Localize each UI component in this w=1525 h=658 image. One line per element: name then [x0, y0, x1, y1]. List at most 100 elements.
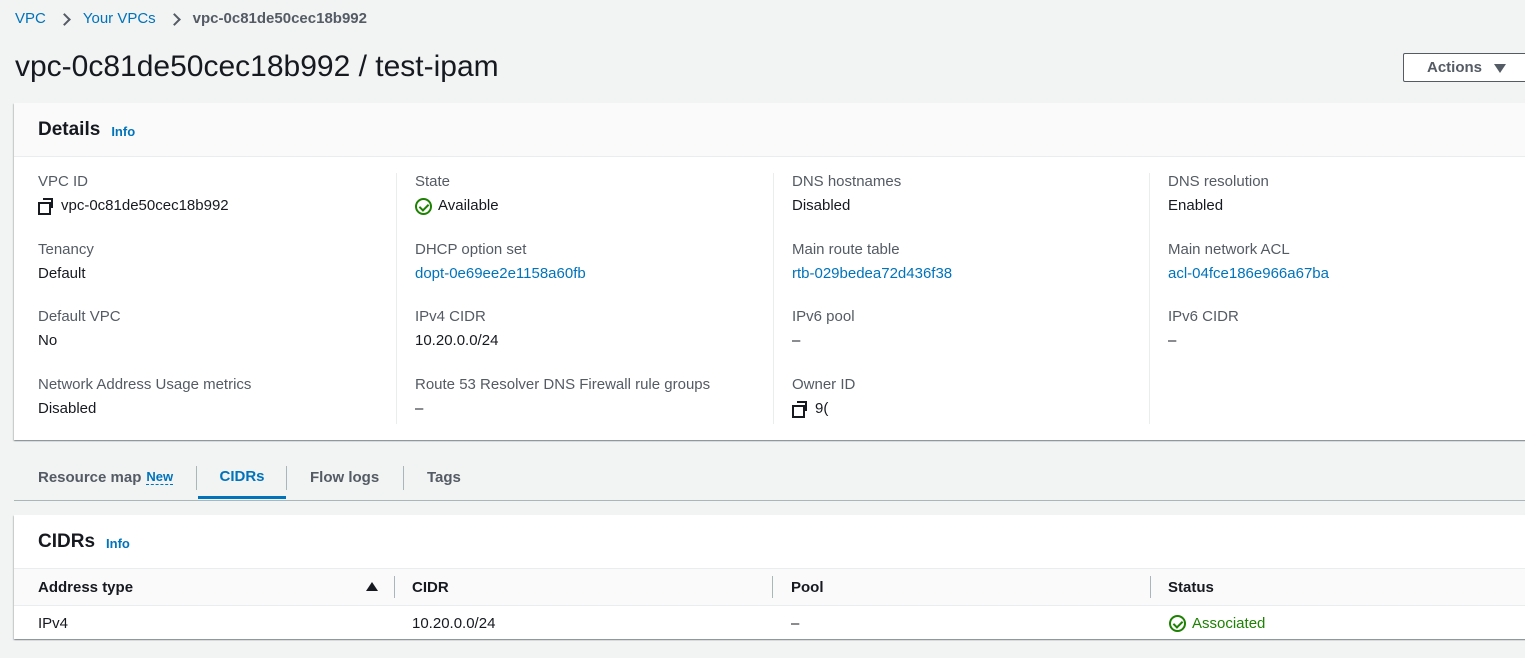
tab-label: Flow logs	[310, 469, 380, 486]
field-label: State	[415, 173, 451, 190]
field-value: vpc-0c81de50cec18b992	[38, 197, 229, 215]
field-ipv4-cidr: IPv4 CIDR 10.20.0.0/24	[415, 308, 498, 350]
field-main-network-acl: Main network ACL acl-04fce186e966a67ba	[1168, 241, 1329, 283]
main-route-table-link[interactable]: rtb-029bedea72d436f38	[792, 265, 952, 283]
field-state: State Available	[415, 173, 499, 215]
column-divider[interactable]	[394, 576, 395, 598]
owner-id-value: 9(	[815, 400, 829, 417]
field-main-route-table: Main route table rtb-029bedea72d436f38	[792, 241, 952, 283]
table-row: IPv4 10.20.0.0/24 – Associated	[14, 606, 1525, 640]
field-value: Enabled	[1168, 197, 1224, 214]
field-value: Disabled	[792, 197, 851, 214]
cidrs-info-link[interactable]: Info	[106, 536, 130, 551]
column-header-status[interactable]: Status	[1168, 569, 1214, 605]
actions-button[interactable]: Actions	[1403, 53, 1525, 82]
field-dhcp-option-set: DHCP option set dopt-0e69ee2e1158a60fb	[415, 241, 586, 283]
field-value: No	[38, 332, 58, 349]
actions-button-label: Actions	[1427, 59, 1483, 76]
details-column-1: VPC ID vpc-0c81de50cec18b992 Tenancy Def…	[38, 173, 398, 424]
cell-address-type: IPv4	[38, 614, 69, 632]
field-label: DNS resolution	[1168, 173, 1269, 190]
field-label: Main route table	[792, 241, 900, 258]
tab-divider	[286, 466, 287, 490]
details-column-4: DNS resolution Enabled Main network ACL …	[1149, 173, 1525, 424]
field-label: VPC ID	[38, 173, 89, 190]
cell-pool: –	[791, 614, 800, 632]
field-label: IPv6 pool	[792, 308, 855, 325]
field-label: DHCP option set	[415, 241, 527, 258]
copy-icon[interactable]	[38, 198, 54, 215]
field-label: Owner ID	[792, 376, 856, 393]
field-value: –	[415, 400, 424, 417]
tab-divider	[196, 466, 197, 490]
field-label: Route 53 Resolver DNS Firewall rule grou…	[415, 376, 711, 393]
status-value: Associated	[1192, 614, 1266, 632]
field-ipv6-pool: IPv6 pool –	[792, 308, 855, 350]
field-label: Tenancy	[38, 241, 94, 258]
field-label: DNS hostnames	[792, 173, 902, 190]
field-value: 10.20.0.0/24	[415, 332, 499, 349]
breadcrumb-vpc[interactable]: VPC	[15, 10, 46, 27]
cell-cidr: 10.20.0.0/24	[412, 614, 496, 632]
tab-flow-logs[interactable]: Flow logs	[310, 456, 379, 499]
field-value: –	[1168, 332, 1177, 349]
caret-down-icon	[1494, 63, 1507, 73]
field-label: Default VPC	[38, 308, 121, 325]
column-divider[interactable]	[1150, 576, 1151, 598]
column-header-address-type[interactable]: Address type	[38, 569, 133, 605]
field-dns-resolution: DNS resolution Enabled	[1168, 173, 1269, 215]
field-label: IPv4 CIDR	[415, 308, 486, 325]
cell-status: Associated	[1169, 606, 1265, 640]
field-tenancy: Tenancy Default	[38, 241, 94, 283]
tab-divider	[403, 466, 404, 490]
details-column-3: DNS hostnames Disabled Main route table …	[773, 173, 1150, 424]
field-nau-metrics: Network Address Usage metrics Disabled	[38, 376, 251, 418]
copy-icon[interactable]	[792, 401, 808, 418]
field-ipv6-cidr: IPv6 CIDR –	[1168, 308, 1239, 350]
field-label: Network Address Usage metrics	[38, 376, 252, 393]
column-header-pool[interactable]: Pool	[791, 569, 824, 605]
table-header: Address type CIDR Pool Status	[14, 568, 1525, 606]
details-info-link[interactable]: Info	[111, 124, 135, 139]
cidrs-heading: CIDRs	[38, 530, 96, 552]
field-value: –	[792, 332, 801, 349]
tab-label: Tags	[427, 469, 461, 486]
field-label: Main network ACL	[1168, 241, 1290, 258]
field-value: Available	[415, 197, 499, 215]
page-title: vpc-0c81de50cec18b992 / test-ipam	[15, 50, 499, 83]
field-value: Default	[38, 265, 86, 282]
field-owner-id: Owner ID 9(	[792, 376, 855, 418]
field-vpc-id: VPC ID vpc-0c81de50cec18b992	[38, 173, 229, 215]
details-header: Details Info	[14, 103, 1525, 157]
tab-resource-map[interactable]: Resource map New	[38, 456, 174, 499]
sort-ascending-icon[interactable]	[366, 582, 378, 591]
vpc-id-value: vpc-0c81de50cec18b992	[61, 197, 229, 214]
new-badge: New	[146, 469, 174, 485]
dhcp-option-set-link[interactable]: dopt-0e69ee2e1158a60fb	[415, 265, 586, 283]
cidrs-panel: CIDRs Info Address type CIDR Pool Status…	[14, 515, 1525, 639]
details-column-2: State Available DHCP option set dopt-0e6…	[396, 173, 791, 424]
tab-tags[interactable]: Tags	[427, 456, 461, 499]
field-route53-firewall: Route 53 Resolver DNS Firewall rule grou…	[415, 376, 710, 418]
field-value: Disabled	[38, 400, 97, 417]
field-label: IPv6 CIDR	[1168, 308, 1239, 325]
cidrs-header: CIDRs Info	[14, 515, 1525, 568]
main-network-acl-link[interactable]: acl-04fce186e966a67ba	[1168, 265, 1329, 283]
tab-bar: Resource map New CIDRs Flow logs Tags	[14, 456, 1525, 501]
details-heading: Details	[38, 118, 101, 140]
state-value: Available	[438, 197, 499, 214]
details-panel: Details Info VPC ID vpc-0c81de50cec18b99…	[14, 103, 1525, 440]
details-grid: VPC ID vpc-0c81de50cec18b992 Tenancy Def…	[14, 157, 1525, 440]
tab-cidrs[interactable]: CIDRs	[198, 456, 286, 499]
chevron-right-icon	[58, 11, 74, 27]
breadcrumb-your-vpcs[interactable]: Your VPCs	[83, 10, 156, 27]
column-header-cidr[interactable]: CIDR	[412, 569, 449, 605]
chevron-right-icon	[168, 11, 184, 27]
column-divider[interactable]	[772, 576, 773, 598]
breadcrumb: VPC Your VPCs vpc-0c81de50cec18b992	[15, 10, 367, 27]
field-default-vpc: Default VPC No	[38, 308, 121, 350]
field-dns-hostnames: DNS hostnames Disabled	[792, 173, 901, 215]
tab-label: CIDRs	[219, 467, 265, 485]
tab-label: Resource map	[38, 469, 142, 486]
check-circle-icon	[1169, 614, 1186, 632]
